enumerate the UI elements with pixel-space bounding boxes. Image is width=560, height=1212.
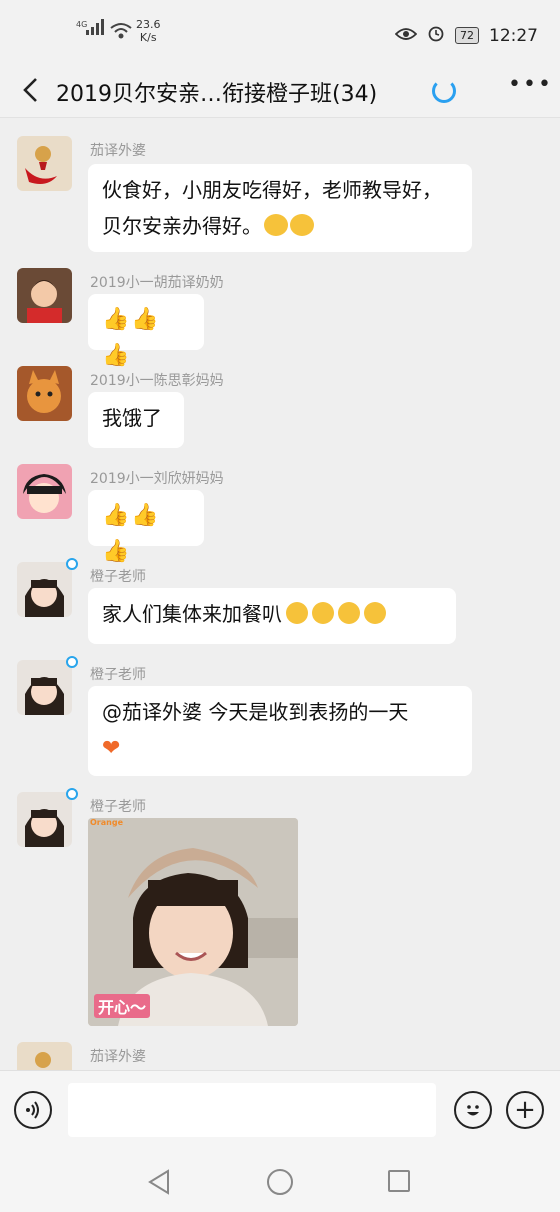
laughing-emoji-icon bbox=[290, 214, 314, 236]
battery-indicator: 72 bbox=[455, 27, 479, 44]
thumbs-up-emoji-icon: 👍👍👍 bbox=[102, 307, 161, 368]
message-bubble[interactable]: 家人们集体来加餐叭 bbox=[88, 588, 456, 644]
sender-name: 橙子老师 bbox=[90, 569, 146, 585]
back-arrow-icon[interactable] bbox=[20, 76, 42, 104]
message-bubble[interactable]: @茄译外婆 今天是收到表扬的一天 ❤ bbox=[88, 686, 472, 776]
photo-message[interactable]: Orange 开心～ bbox=[88, 818, 298, 1026]
nav-home-icon[interactable] bbox=[267, 1169, 293, 1195]
wifi-icon bbox=[110, 22, 132, 44]
speed-value: 23.6 bbox=[136, 18, 161, 31]
message-bubble[interactable]: 我饿了 bbox=[88, 392, 184, 448]
thinking-emoji-icon bbox=[286, 602, 308, 624]
eye-icon bbox=[394, 26, 418, 46]
sender-name: 橙子老师 bbox=[90, 667, 146, 683]
alarm-icon bbox=[427, 24, 445, 47]
sender-name: 2019小一刘欣妍妈妈 bbox=[90, 471, 224, 487]
message-bubble[interactable]: 伙食好，小朋友吃得好，老师教导好，贝尔安亲办得好。 bbox=[88, 164, 472, 252]
speed-unit: K/s bbox=[139, 31, 157, 44]
message-bubble[interactable]: 👍👍👍 bbox=[88, 490, 204, 564]
nav-recent-apps-icon[interactable] bbox=[388, 1170, 410, 1192]
online-status-dot bbox=[66, 656, 78, 668]
online-status-dot bbox=[66, 558, 78, 570]
sender-name: 2019小一陈思彰妈妈 bbox=[90, 373, 224, 389]
message-input-bar: + bbox=[0, 1070, 560, 1152]
message-bubble[interactable]: 👍👍👍 bbox=[88, 294, 204, 368]
avatar[interactable] bbox=[17, 464, 72, 519]
status-bar: 4G 23.6 K/s 72 12:27 bbox=[0, 0, 560, 62]
avatar[interactable] bbox=[17, 660, 72, 715]
chat-header: 2019贝尔安亲…衔接橙子班(34) ••• bbox=[0, 62, 560, 118]
emoji-picker-icon[interactable] bbox=[454, 1091, 492, 1129]
clock: 12:27 bbox=[489, 25, 538, 46]
heart-emoji-icon: ❤ bbox=[102, 736, 121, 761]
more-options-icon[interactable]: ••• bbox=[508, 72, 553, 97]
system-navigation-bar bbox=[0, 1152, 560, 1212]
avatar[interactable] bbox=[17, 792, 72, 847]
photo-brand-label: Orange bbox=[90, 818, 123, 827]
sender-name: 茄译外婆 bbox=[90, 1049, 146, 1065]
thumbs-up-emoji-icon: 👍👍👍 bbox=[102, 503, 161, 564]
avatar[interactable] bbox=[17, 562, 72, 617]
thinking-emoji-icon bbox=[364, 602, 386, 624]
signal-icon: 4G bbox=[76, 18, 106, 40]
message-input[interactable] bbox=[68, 1083, 436, 1137]
avatar[interactable] bbox=[17, 136, 72, 191]
loading-spinner-icon bbox=[432, 79, 456, 103]
laughing-emoji-icon bbox=[264, 214, 288, 236]
online-status-dot bbox=[66, 788, 78, 800]
status-right: 72 12:27 bbox=[394, 24, 538, 47]
avatar[interactable] bbox=[17, 268, 72, 323]
signal-indicator: 4G bbox=[76, 18, 106, 40]
thinking-emoji-icon bbox=[312, 602, 334, 624]
message-text: @茄译外婆 今天是收到表扬的一天 bbox=[102, 700, 409, 724]
avatar[interactable] bbox=[17, 366, 72, 421]
photo-caption: 开心～ bbox=[94, 994, 151, 1018]
svg-text:4G: 4G bbox=[76, 20, 87, 29]
message-text: 我饿了 bbox=[102, 406, 162, 430]
add-attachment-icon[interactable]: + bbox=[506, 1091, 544, 1129]
avatar[interactable] bbox=[17, 1042, 72, 1070]
chat-title: 2019贝尔安亲…衔接橙子班(34) bbox=[56, 82, 378, 107]
thinking-emoji-icon bbox=[338, 602, 360, 624]
sender-name: 茄译外婆 bbox=[90, 143, 146, 159]
nav-back-icon[interactable] bbox=[146, 1168, 172, 1196]
voice-input-icon[interactable] bbox=[14, 1091, 52, 1129]
network-speed: 23.6 K/s bbox=[136, 18, 161, 44]
sender-name: 2019小一胡茄译奶奶 bbox=[90, 275, 224, 291]
message-text: 家人们集体来加餐叭 bbox=[102, 602, 282, 626]
message-list[interactable]: 茄译外婆 伙食好，小朋友吃得好，老师教导好，贝尔安亲办得好。 2019小一胡茄译… bbox=[0, 118, 560, 1070]
sender-name: 橙子老师 bbox=[90, 799, 146, 815]
